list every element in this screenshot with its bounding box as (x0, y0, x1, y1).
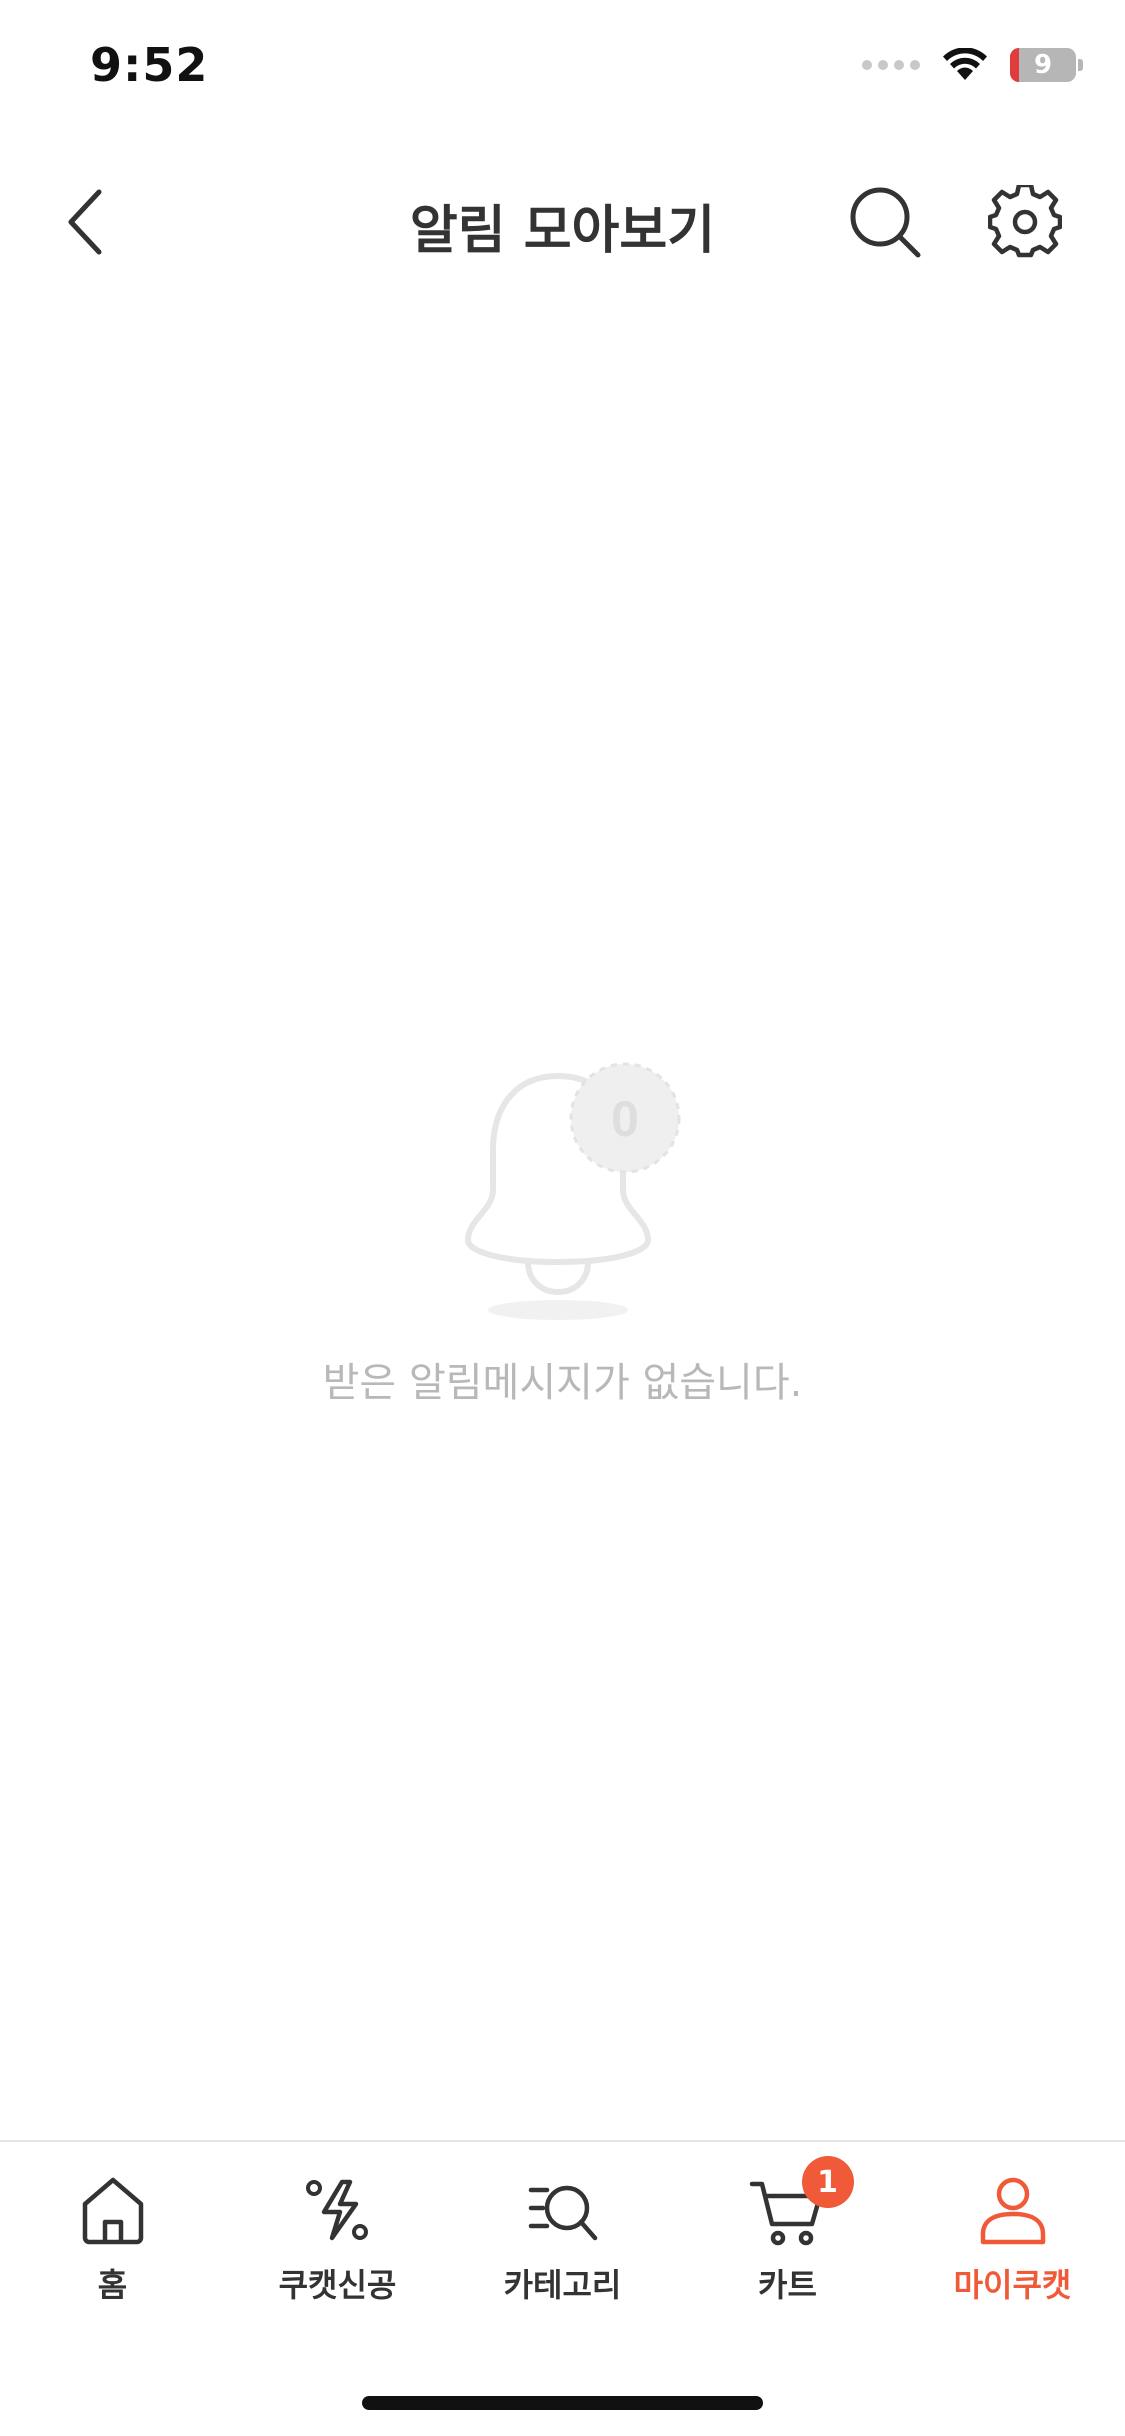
settings-button[interactable] (985, 182, 1065, 262)
bottom-navigation: 홈 쿠캣신공 카테고리 1 카트 마이쿠캣 (0, 2140, 1125, 2436)
search-button[interactable] (845, 182, 925, 262)
cart-badge: 1 (801, 2156, 854, 2208)
status-icons: 9 (862, 48, 1083, 82)
nav-item-cart[interactable]: 1 카트 (675, 2156, 900, 2306)
wifi-icon (943, 48, 987, 80)
home-indicator[interactable] (362, 2396, 763, 2410)
home-icon (82, 2177, 143, 2245)
bell-icon: 0 (464, 1062, 680, 1320)
nav-label-cookat-special: 쿠캣신공 (278, 2266, 397, 2304)
page-title: 알림 모아보기 (409, 201, 716, 261)
nav-item-my-cookat[interactable]: 마이쿠캣 (900, 2170, 1125, 2306)
nav-label-my-cookat: 마이쿠캣 (953, 2266, 1072, 2304)
gear-icon (988, 185, 1062, 258)
empty-message: 받은 알림메시지가 없습니다. (322, 1360, 803, 1406)
search-icon (850, 187, 921, 258)
empty-state: 0 받은 알림메시지가 없습니다. (0, 1040, 1125, 1408)
person-icon (980, 2177, 1045, 2245)
nav-item-category[interactable]: 카테고리 (450, 2170, 675, 2306)
nav-item-cookat-special[interactable]: 쿠캣신공 (225, 2170, 450, 2306)
cellular-signal-icon (862, 60, 920, 70)
status-bar: 9:52 9 (0, 0, 1125, 132)
notification-screen: 9:52 9 알림 모아보기 0 받은 알림메시지가 없습니다. 홈 쿠캣신공 … (0, 0, 1125, 2436)
status-time: 9:52 (90, 38, 209, 92)
nav-label-cart: 카트 (758, 2266, 817, 2304)
nav-label-category: 카테고리 (503, 2266, 622, 2304)
nav-item-home[interactable]: 홈 (0, 2170, 225, 2306)
battery-level: 9 (1033, 50, 1053, 80)
nav-label-home: 홈 (97, 2266, 128, 2304)
empty-badge-count: 0 (611, 1091, 639, 1147)
category-search-icon (528, 2185, 597, 2241)
battery-icon: 9 (1010, 48, 1076, 82)
top-app-bar: 알림 모아보기 (0, 160, 1125, 285)
lightning-percent-icon (305, 2179, 368, 2241)
